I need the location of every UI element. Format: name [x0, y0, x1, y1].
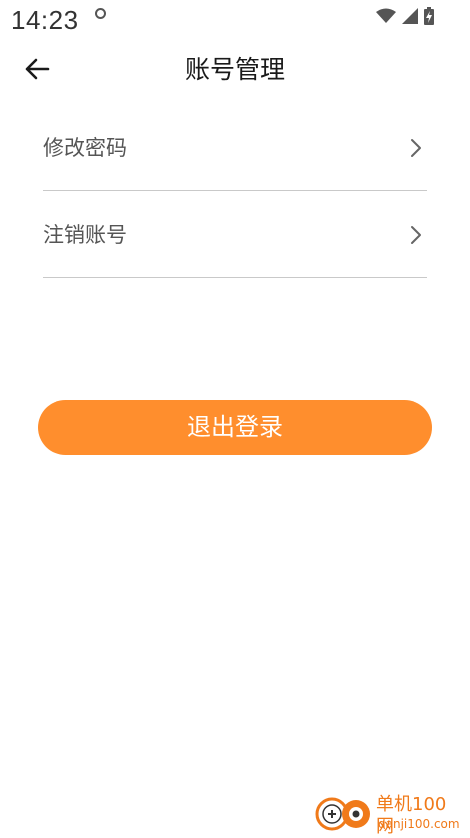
notification-dot-icon [95, 8, 106, 19]
watermark-logo-icon [315, 797, 370, 831]
header: 账号管理 [0, 40, 470, 100]
signal-icon [402, 8, 418, 24]
status-bar: 14:23 [0, 0, 470, 40]
status-icons [376, 6, 434, 26]
wifi-icon [376, 8, 396, 23]
menu-item-label: 修改密码 [43, 136, 127, 160]
chevron-right-icon [411, 226, 421, 244]
site-watermark: 单机100网 danji100.com [314, 794, 464, 837]
chevron-right-icon [411, 139, 421, 157]
delete-account-item[interactable]: 注销账号 [43, 191, 427, 278]
watermark-url: danji100.com [378, 817, 460, 831]
logout-button[interactable]: 退出登录 [38, 400, 432, 455]
change-password-item[interactable]: 修改密码 [43, 104, 427, 191]
settings-menu: 修改密码 注销账号 [43, 104, 427, 278]
battery-icon [424, 7, 434, 25]
menu-item-label: 注销账号 [43, 223, 127, 247]
page-title: 账号管理 [184, 55, 285, 84]
status-time: 14:23 [11, 5, 79, 35]
